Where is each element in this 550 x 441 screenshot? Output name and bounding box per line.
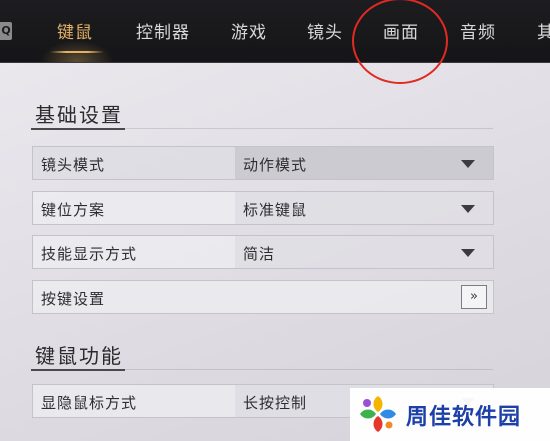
watermark-logo-icon — [360, 396, 396, 432]
tab-audio[interactable]: 音频 — [460, 18, 496, 43]
setting-row-skill-display[interactable]: 技能显示方式 简洁 — [32, 235, 494, 269]
section-divider — [31, 128, 125, 130]
setting-label: 技能显示方式 — [41, 245, 138, 263]
key-scheme-dropdown[interactable]: 标准键鼠 — [235, 192, 493, 224]
watermark: 周佳软件园 — [350, 388, 550, 441]
tab-game[interactable]: 游戏 — [231, 18, 267, 43]
q-key-icon: Q — [0, 22, 12, 40]
setting-label: 镜头模式 — [41, 156, 106, 174]
dropdown-value: 简洁 — [243, 245, 276, 263]
skill-display-dropdown[interactable]: 简洁 — [235, 236, 493, 268]
camera-mode-dropdown[interactable]: 动作模式 — [235, 147, 493, 179]
dropdown-value: 标准键鼠 — [243, 201, 308, 219]
watermark-text: 周佳软件园 — [406, 405, 522, 430]
setting-label: 键位方案 — [41, 201, 106, 219]
top-nav-bar: Q 键鼠 控制器 游戏 镜头 画面 音频 其 — [0, 0, 550, 63]
tab-camera[interactable]: 镜头 — [307, 18, 343, 43]
double-chevron-right-icon[interactable]: » — [461, 285, 487, 309]
dropdown-caret-icon[interactable] — [461, 160, 475, 168]
setting-row-key-scheme[interactable]: 键位方案 标准键鼠 — [32, 191, 494, 225]
section-divider — [31, 369, 125, 371]
section-title-basic-settings: 基础设置 — [35, 103, 123, 127]
setting-row-key-bindings[interactable]: 按键设置 » — [32, 280, 494, 314]
section-divider-thin — [125, 369, 493, 370]
dropdown-value: 动作模式 — [243, 156, 308, 174]
setting-row-camera-mode[interactable]: 镜头模式 动作模式 — [32, 146, 494, 180]
dropdown-value: 长按控制 — [243, 394, 308, 412]
active-tab-underline — [50, 51, 104, 53]
section-divider-thin — [125, 128, 493, 129]
setting-label: 显隐鼠标方式 — [41, 394, 138, 412]
tab-other[interactable]: 其 — [537, 18, 550, 43]
section-title-mouse-functions: 键鼠功能 — [35, 344, 123, 368]
tab-keyboard-mouse[interactable]: 键鼠 — [57, 18, 93, 43]
dropdown-caret-icon[interactable] — [461, 205, 475, 213]
tab-controller[interactable]: 控制器 — [136, 18, 190, 43]
setting-label: 按键设置 — [41, 290, 106, 308]
dropdown-caret-icon[interactable] — [461, 249, 475, 257]
tab-graphics[interactable]: 画面 — [383, 18, 419, 43]
